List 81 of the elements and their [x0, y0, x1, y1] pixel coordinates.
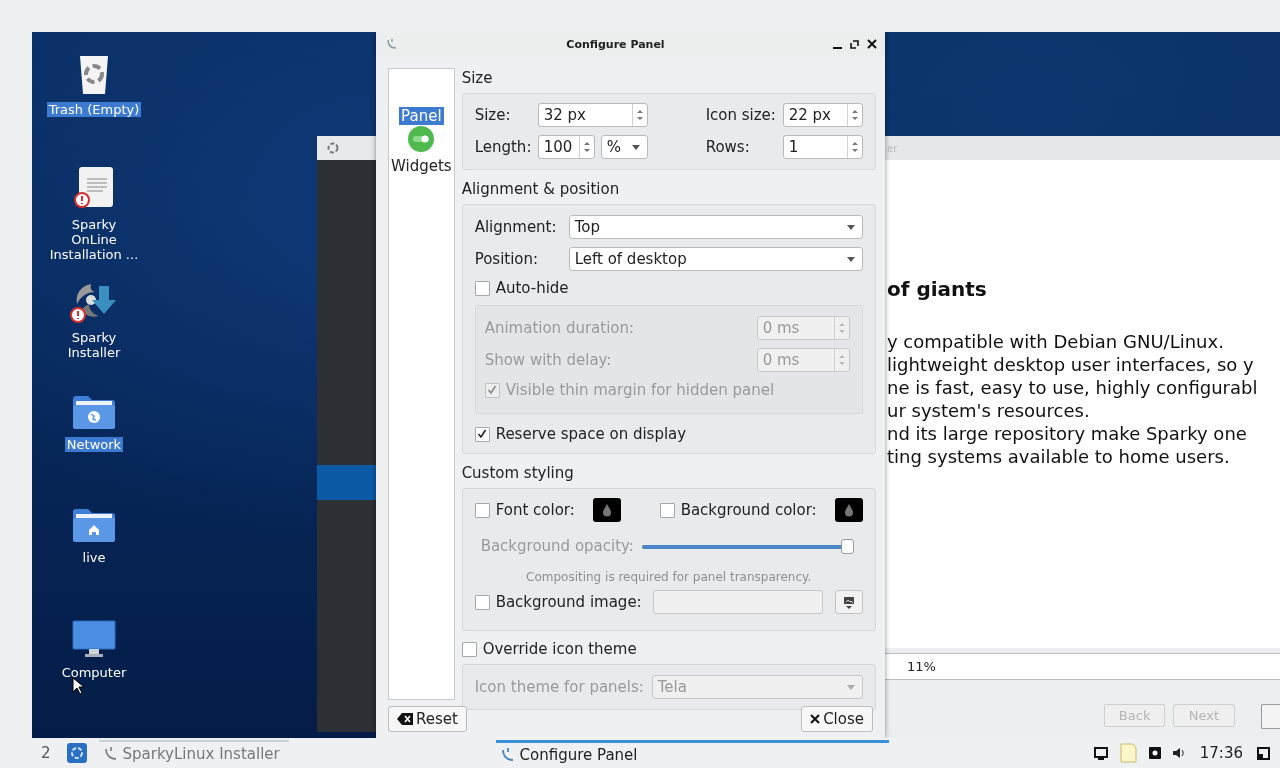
checkbox[interactable]	[474, 502, 490, 518]
checkbox[interactable]	[659, 502, 675, 518]
sidebar-item[interactable]: Panel	[399, 107, 444, 125]
spin-box[interactable]: 32 px	[537, 103, 648, 127]
checkbox[interactable]	[474, 426, 490, 442]
monitor-icon[interactable]	[71, 619, 117, 659]
network-folder-icon[interactable]	[71, 393, 117, 431]
desktop-icon-label[interactable]: Sparky Installer	[65, 330, 123, 360]
desktop-icon-label[interactable]: Network	[64, 437, 124, 452]
field-label: Size:	[474, 106, 512, 124]
check-icon	[487, 385, 498, 395]
taskbar-button[interactable]: SparkyLinux Installer	[98, 739, 289, 767]
clock[interactable]: 17:36	[1199, 744, 1243, 762]
text-line: lightweight desktop user interfaces, so y	[887, 353, 1254, 376]
check-icon	[477, 429, 488, 439]
speaker-box-icon[interactable]	[1147, 746, 1162, 760]
field-label: Alignment:	[474, 218, 558, 236]
section-heading: Alignment & position	[461, 179, 620, 200]
taskbar-button[interactable]: Configure Panel	[495, 739, 889, 767]
droplet-icon	[843, 503, 854, 517]
droplet-icon	[601, 503, 612, 517]
partial-button[interactable]	[1260, 704, 1280, 729]
text-line: y compatible with Debian GNU/Linux.	[887, 330, 1224, 353]
maximize-icon[interactable]	[850, 39, 859, 49]
workspace-number[interactable]: 2	[41, 744, 51, 762]
checkbox-label: Font color:	[495, 501, 576, 519]
display-icon[interactable]	[1093, 746, 1108, 760]
toggle-icon[interactable]	[407, 125, 436, 153]
slider-label: Background opacity:	[480, 537, 634, 555]
image-icon	[842, 595, 855, 609]
section-heading: Size	[461, 68, 493, 89]
desktop-icon-label[interactable]: Trash (Empty)	[46, 102, 142, 117]
checkbox[interactable]	[474, 594, 490, 610]
text-line: ne is fast, easy to use, highly configurabl	[887, 376, 1258, 399]
field-label: Animation duration:	[484, 319, 636, 337]
field-label: Icon theme for panels:	[474, 678, 645, 696]
sidebar-item[interactable]: Widgets	[389, 157, 454, 175]
section-heading: Custom styling	[461, 463, 574, 484]
home-folder-icon[interactable]	[71, 506, 117, 544]
text-line: ting systems available to home users.	[887, 445, 1230, 468]
image-picker-button[interactable]	[834, 590, 863, 614]
checkbox-label: Override icon theme	[482, 640, 637, 658]
slider[interactable]	[641, 538, 855, 554]
document-icon[interactable]	[73, 167, 115, 211]
volume-icon[interactable]	[1171, 746, 1186, 760]
close-icon	[810, 714, 821, 724]
app-menu-icon[interactable]	[66, 743, 87, 763]
dropdown[interactable]: Top	[568, 215, 863, 239]
close-button[interactable]: Close	[801, 706, 873, 732]
progress-text: 11%	[907, 659, 936, 674]
checkbox-label: Background color:	[680, 501, 818, 519]
text-line: ur system's resources.	[887, 399, 1090, 422]
field-label: Show with delay:	[484, 351, 613, 369]
desktop-icon-label[interactable]: Computer	[59, 665, 129, 680]
checkbox-label: Auto-hide	[495, 279, 569, 297]
spin-box[interactable]: 1	[782, 135, 863, 159]
backspace-icon	[397, 713, 413, 725]
field-label: Icon size:	[705, 106, 777, 124]
desktop-icon-label[interactable]: live	[80, 550, 108, 565]
field-label: Position:	[474, 250, 540, 268]
field-label: Rows:	[705, 138, 751, 156]
slide-heading: of giants	[887, 277, 987, 301]
dropdown[interactable]: %	[600, 135, 648, 159]
desktop-corner-icon[interactable]	[1257, 746, 1270, 760]
close-icon[interactable]	[867, 39, 877, 49]
input-field[interactable]	[652, 590, 823, 614]
checkbox[interactable]	[474, 280, 490, 296]
color-button[interactable]	[834, 498, 863, 522]
spin-box[interactable]: 22 px	[782, 103, 863, 127]
desktop-icon-label[interactable]: Sparky OnLine Installation ...	[47, 217, 141, 262]
checkbox-label: Reserve space on display	[495, 425, 687, 443]
checkbox-label: Background image:	[495, 593, 643, 611]
reset-button[interactable]: Reset	[388, 706, 467, 732]
hint-text: Compositing is required for panel transparency.	[526, 570, 812, 584]
dropdown[interactable]: Left of desktop	[568, 247, 863, 271]
window-title: Configure Panel	[565, 37, 666, 51]
field-label: Length:	[474, 138, 533, 156]
text-line: nd its large repository make Sparky one	[887, 422, 1247, 445]
spin-box[interactable]: 100	[537, 135, 595, 159]
checkbox-label: Visible thin margin for hidden panel	[505, 381, 775, 399]
color-button[interactable]	[592, 498, 621, 522]
